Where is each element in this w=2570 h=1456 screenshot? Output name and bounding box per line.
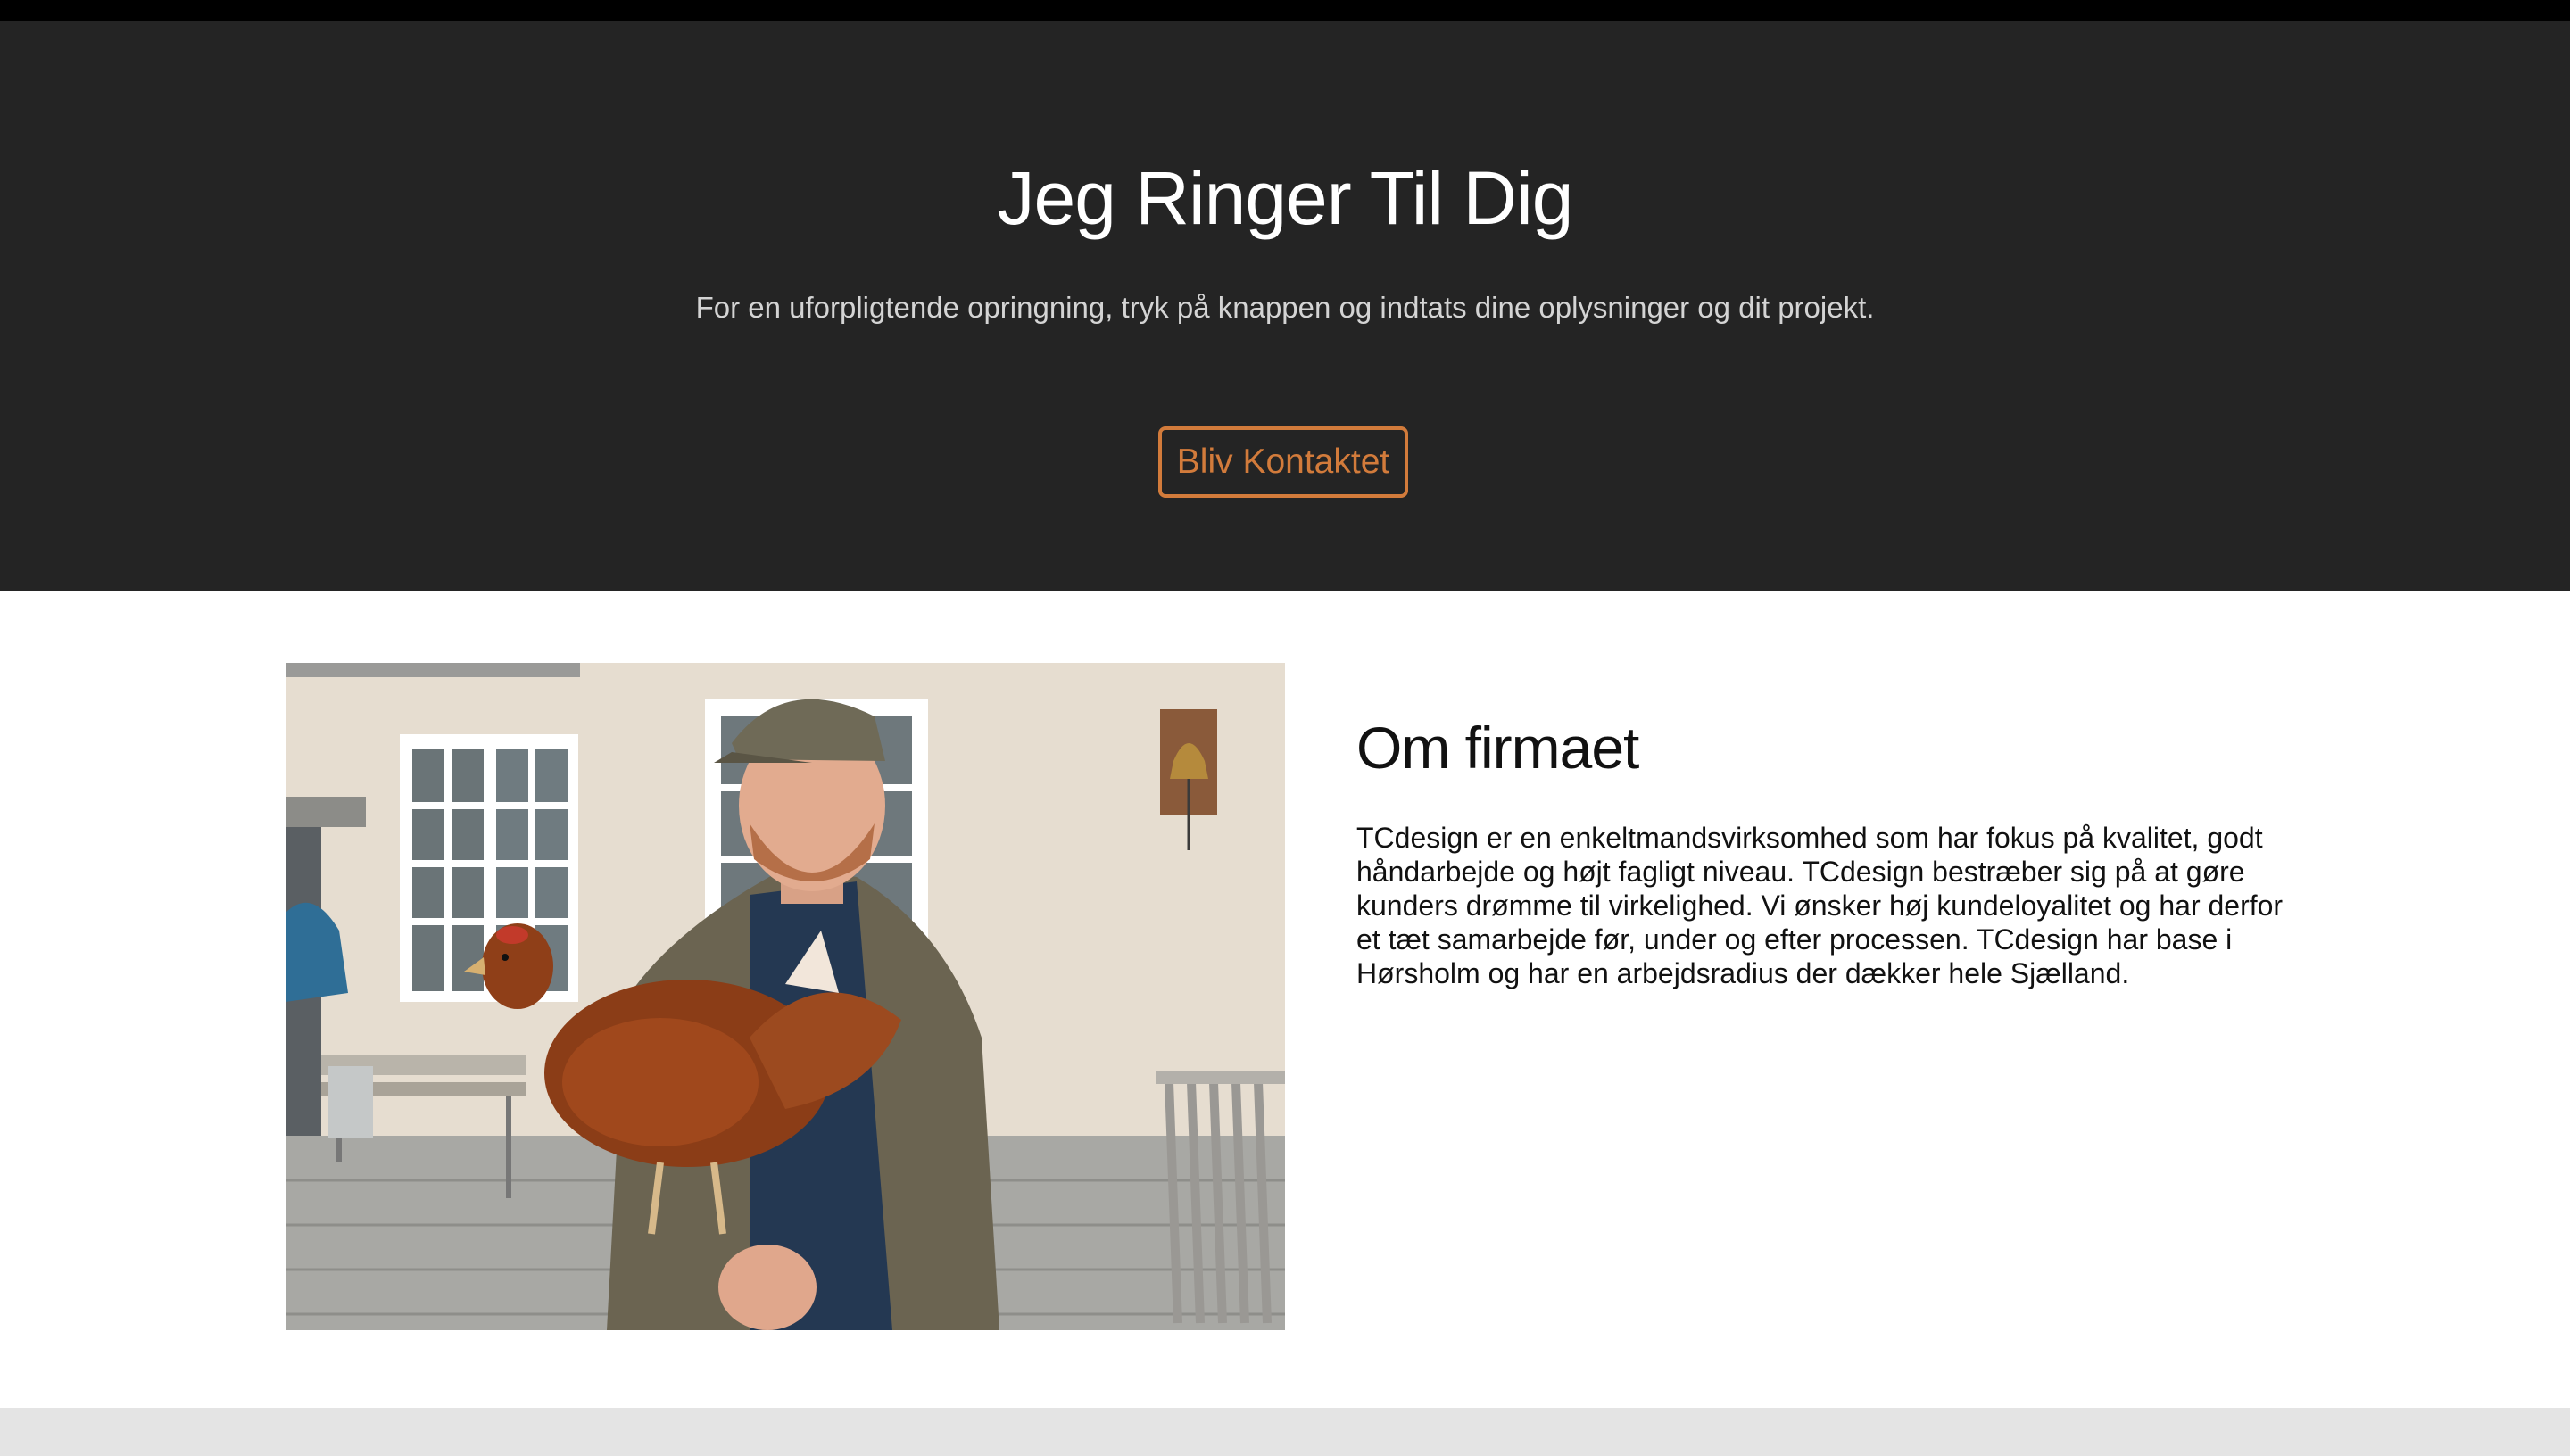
about-section: Om firmaet TCdesign er en enkeltmandsvir… [0,591,2570,1408]
top-strip [0,0,2570,21]
hero-subtitle: For en uforpligtende opringning, tryk på… [695,291,1875,324]
contact-hero: Jeg Ringer Til Dig For en uforpligtende … [0,21,2570,591]
hero-title: Jeg Ringer Til Dig [997,156,1574,240]
about-photo [286,663,1285,1330]
about-description: TCdesign er en enkeltmandsvirksomhed som… [1356,822,2284,989]
about-title: Om firmaet [1356,715,1639,781]
footer-band [0,1408,2570,1456]
contact-me-button[interactable]: Bliv Kontaktet [1158,426,1408,498]
